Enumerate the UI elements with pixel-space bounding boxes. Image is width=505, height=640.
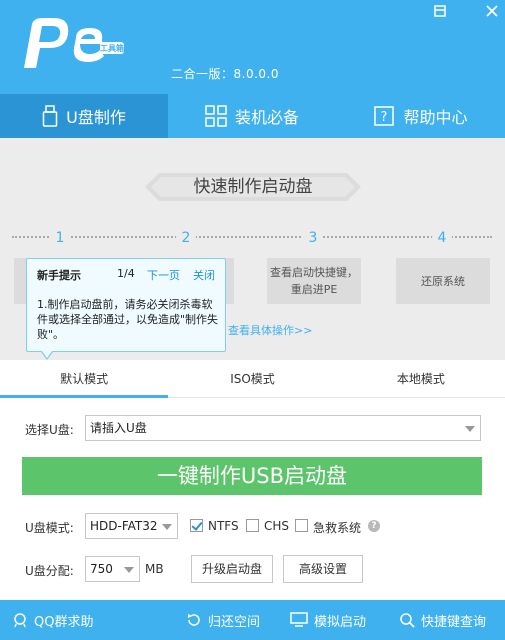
- simulate-boot-button[interactable]: 模拟启动: [290, 600, 366, 640]
- partition-label: U盘分配:: [25, 564, 74, 578]
- tip-body: 1.制作启动盘前，请务必关闭杀毒软件或选择全部通过，以免造成"制作失败"。: [37, 298, 219, 341]
- mode-tabs: 默认模式 ISO模式 本地模式: [0, 360, 505, 398]
- search-icon: [400, 613, 415, 628]
- title-banner: 快速制作启动盘: [145, 173, 361, 201]
- help-book-icon: ?: [374, 106, 395, 126]
- tip-arrow-inner: [42, 351, 52, 358]
- chevron-down-icon: [124, 567, 134, 573]
- step-box: 还原系统: [396, 258, 490, 304]
- header: 工具箱 二合一版：8.0.0.0: [0, 0, 505, 94]
- tab-iso-mode[interactable]: ISO模式: [168, 360, 336, 397]
- usb-drive-icon: [42, 105, 58, 127]
- chevron-down-icon: [162, 524, 172, 530]
- tab-label: 帮助中心: [403, 108, 468, 127]
- chevron-down-icon: [465, 426, 475, 432]
- detail-link[interactable]: 查看具体操作>>: [228, 322, 312, 338]
- usb-mode-label: U盘模式:: [25, 521, 74, 535]
- svg-text:?: ?: [381, 110, 388, 125]
- rescue-system-checkbox[interactable]: [295, 519, 308, 532]
- usb-select-value: 请插入U盘: [90, 421, 147, 435]
- page-title: 快速制作启动盘: [193, 177, 313, 197]
- beginner-tip-popup: 新手提示 1/4 下一页 关闭 1.制作启动盘前，请务必关闭杀毒软件或选择全部通…: [26, 258, 226, 360]
- tab-usb-make[interactable]: U盘制作: [0, 94, 168, 138]
- qq-icon: [14, 613, 26, 628]
- footer-bar: QQ群求助 归还空间 模拟启动 快捷键查询: [0, 600, 505, 640]
- step-number: 1: [50, 228, 70, 248]
- restore-space-button[interactable]: 归还空间: [186, 600, 260, 640]
- grid-icon: [205, 105, 227, 127]
- svg-text:工具箱: 工具箱: [100, 43, 124, 53]
- minimize-button[interactable]: [432, 4, 448, 20]
- ntfs-checkbox[interactable]: [190, 519, 203, 532]
- tip-next-link[interactable]: 下一页: [147, 267, 180, 283]
- upgrade-boot-button[interactable]: 升级启动盘: [191, 555, 273, 583]
- partition-size-select[interactable]: 750: [85, 556, 140, 582]
- step-divider: [12, 236, 492, 238]
- tip-close-link[interactable]: 关闭: [193, 267, 215, 283]
- partition-unit: MB: [145, 562, 164, 576]
- tab-label: U盘制作: [66, 108, 126, 127]
- partition-size-value: 750: [90, 562, 113, 576]
- usb-mode-select[interactable]: HDD-FAT32: [85, 513, 178, 539]
- ntfs-label: NTFS: [208, 519, 239, 533]
- tip-page-indicator: 1/4: [117, 267, 135, 280]
- footer-label: QQ群求助: [34, 614, 94, 630]
- main-nav: U盘制作 装机必备 ? 帮助中心: [0, 94, 505, 138]
- version-text: 二合一版：8.0.0.0: [171, 67, 279, 81]
- footer-label: 快捷键查询: [421, 614, 487, 630]
- chs-checkbox[interactable]: [246, 519, 259, 532]
- close-button[interactable]: [484, 4, 500, 20]
- step-box: 查看启动快捷键，重启进PE: [267, 258, 361, 304]
- tab-essentials[interactable]: 装机必备: [168, 94, 336, 138]
- make-usb-boot-button[interactable]: 一键制作USB启动盘: [22, 457, 482, 495]
- qq-group-help-button[interactable]: QQ群求助: [12, 600, 93, 640]
- restore-icon: [188, 614, 200, 626]
- step-number: 2: [176, 228, 196, 248]
- tab-local-mode[interactable]: 本地模式: [337, 360, 505, 397]
- monitor-icon: [290, 612, 308, 627]
- tab-help-center[interactable]: ? 帮助中心: [336, 94, 505, 138]
- close-icon: [486, 5, 498, 17]
- tab-label: 装机必备: [234, 108, 299, 127]
- usb-select[interactable]: 请插入U盘: [85, 415, 481, 441]
- step-number: 3: [303, 228, 323, 248]
- minimize-icon: [434, 5, 446, 17]
- pe-logo: 工具箱: [24, 18, 124, 68]
- step-number: 4: [432, 228, 452, 248]
- tab-default-mode[interactable]: 默认模式: [0, 360, 169, 398]
- select-usb-label: 选择U盘:: [25, 423, 74, 437]
- advanced-settings-button[interactable]: 高级设置: [283, 555, 363, 583]
- footer-label: 归还空间: [208, 614, 261, 630]
- rescue-system-label: 急救系统: [313, 521, 362, 535]
- shortcut-query-button[interactable]: 快捷键查询: [399, 600, 486, 640]
- usb-mode-value: HDD-FAT32: [90, 519, 158, 533]
- chs-label: CHS: [264, 519, 290, 533]
- question-icon[interactable]: ?: [368, 520, 380, 532]
- tip-title: 新手提示: [37, 269, 81, 282]
- footer-label: 模拟启动: [314, 614, 367, 630]
